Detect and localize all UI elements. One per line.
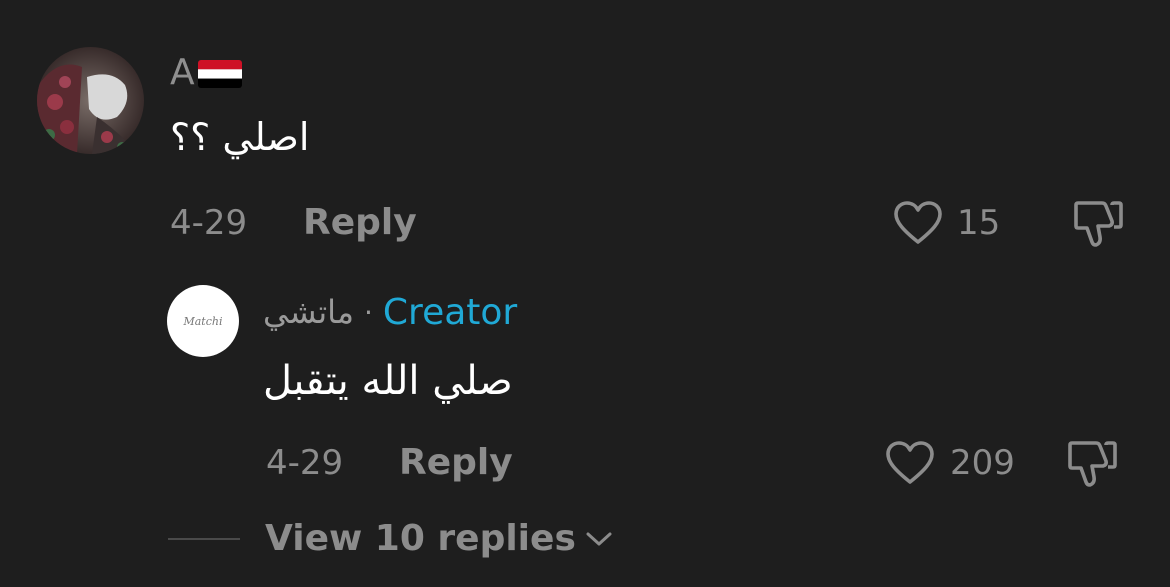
avatar[interactable] <box>37 47 144 154</box>
creator-username[interactable]: ماتشي <box>263 293 354 331</box>
creator-avatar[interactable]: Matchi <box>167 285 239 357</box>
reply-like-button[interactable] <box>885 440 935 490</box>
username[interactable]: A <box>170 52 195 94</box>
reply-date: 4-29 <box>266 443 344 483</box>
comment-text: اصلي ؟؟ <box>170 115 310 159</box>
thumbs-down-icon <box>1074 201 1123 247</box>
avatar-image <box>37 47 144 154</box>
reply-text: صلي الله يتقبل <box>263 358 513 404</box>
reply-like-count: 209 <box>950 443 1015 483</box>
like-count: 15 <box>957 203 1001 243</box>
divider <box>168 538 240 540</box>
avatar-logo-text: Matchi <box>183 314 223 328</box>
creator-badge: Creator <box>382 291 518 333</box>
thumbs-down-icon <box>1068 441 1117 487</box>
reply-button[interactable]: Reply <box>303 203 417 243</box>
reply-dislike-button[interactable] <box>1066 439 1118 493</box>
like-button[interactable] <box>893 200 943 250</box>
heart-icon <box>894 201 942 244</box>
comment-date: 4-29 <box>170 203 248 243</box>
comment-author[interactable]: A <box>170 52 242 94</box>
reply-author[interactable]: ماتشي · Creator <box>263 290 517 334</box>
heart-icon <box>886 441 934 484</box>
view-replies-label: View 10 replies <box>265 518 576 559</box>
chevron-down-icon <box>586 532 612 546</box>
reply-reply-button[interactable]: Reply <box>399 443 513 483</box>
separator-dot: · <box>364 295 373 329</box>
dislike-button[interactable] <box>1072 199 1124 253</box>
view-replies-button[interactable]: View 10 replies <box>265 518 614 560</box>
yemen-flag-icon <box>197 60 242 88</box>
